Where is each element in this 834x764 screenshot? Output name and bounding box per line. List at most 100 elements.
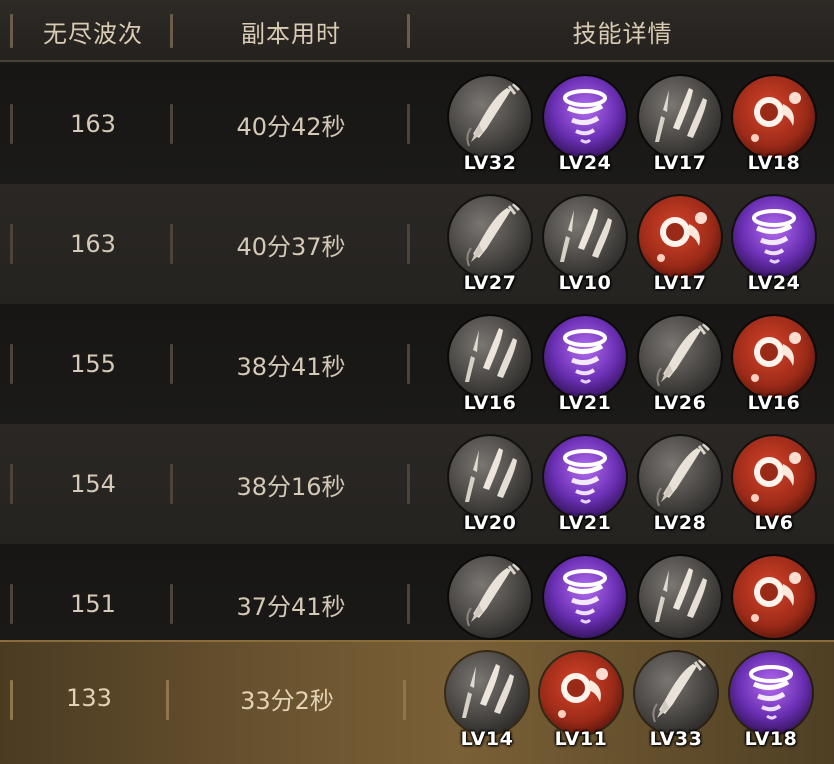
multi-arrow-icon <box>544 196 626 278</box>
fireball-icon <box>540 652 622 734</box>
column-separator <box>170 14 173 48</box>
skill-slot[interactable]: LV16 <box>449 316 531 416</box>
skill-slot[interactable]: LV28 <box>639 436 721 536</box>
table-header: 无尽波次 副本用时 技能详情 <box>0 0 834 62</box>
fireball-icon <box>639 196 721 278</box>
single-arrow-icon <box>635 652 717 734</box>
skill-slot[interactable]: LV17 <box>639 76 721 176</box>
wave-value: 163 <box>70 230 116 258</box>
multi-arrow-icon <box>449 436 531 518</box>
column-separator <box>170 584 173 624</box>
column-separator <box>10 680 13 720</box>
column-separator <box>407 224 410 264</box>
purple-tornado-icon <box>544 436 626 518</box>
column-separator <box>407 584 410 624</box>
skill-level: LV24 <box>558 152 612 174</box>
skill-level: LV28 <box>653 512 707 534</box>
fireball-icon <box>733 556 815 638</box>
time-value: 38分16秒 <box>236 472 346 501</box>
skill-slot[interactable]: LV20 <box>449 436 531 536</box>
table-row-highlighted[interactable]: 133 33分2秒 LV14 LV11 LV33 LV18 <box>0 640 834 764</box>
fireball-icon <box>733 316 815 398</box>
skill-slot[interactable]: LV27 <box>449 196 531 296</box>
column-separator <box>170 344 173 384</box>
purple-tornado-icon <box>544 316 626 398</box>
header-wave: 无尽波次 <box>43 19 143 48</box>
skill-slot[interactable]: LV18 <box>730 652 812 752</box>
skill-level: LV21 <box>558 392 612 414</box>
column-separator <box>403 680 406 720</box>
column-separator <box>407 344 410 384</box>
table-row[interactable]: 163 40分37秒 LV27 LV10 LV17 LV24 <box>0 184 834 304</box>
skill-level: LV21 <box>558 512 612 534</box>
column-separator <box>407 104 410 144</box>
table-row[interactable]: 154 38分16秒 LV20 LV21 LV28 LV6 <box>0 424 834 544</box>
column-separator <box>10 104 13 144</box>
skill-slot[interactable]: LV6 <box>733 436 815 536</box>
column-separator <box>407 14 410 48</box>
wave-value: 133 <box>66 684 112 712</box>
skill-level: LV17 <box>653 152 707 174</box>
purple-tornado-icon <box>733 196 815 278</box>
column-separator <box>10 224 13 264</box>
skill-level: LV33 <box>649 728 703 750</box>
header-skills: 技能详情 <box>572 19 673 48</box>
time-value: 38分41秒 <box>236 352 346 381</box>
skill-level: LV18 <box>744 728 798 750</box>
fireball-icon <box>733 76 815 158</box>
skill-slot[interactable]: LV26 <box>639 316 721 416</box>
time-value: 33分2秒 <box>240 686 334 715</box>
purple-tornado-icon <box>730 652 812 734</box>
time-value: 40分37秒 <box>236 232 346 261</box>
skill-slot[interactable]: LV32 <box>449 76 531 176</box>
skill-slot[interactable]: LV10 <box>544 196 626 296</box>
skill-slot[interactable]: LV11 <box>540 652 622 752</box>
time-value: 40分42秒 <box>236 112 346 141</box>
wave-value: 163 <box>70 110 116 138</box>
column-separator <box>166 680 169 720</box>
purple-tornado-icon <box>544 76 626 158</box>
wave-value: 155 <box>70 350 116 378</box>
single-arrow-icon <box>449 556 531 638</box>
single-arrow-icon <box>639 316 721 398</box>
skill-level: LV26 <box>653 392 707 414</box>
skill-level: LV24 <box>747 272 801 294</box>
skill-slot[interactable]: LV24 <box>733 196 815 296</box>
single-arrow-icon <box>449 196 531 278</box>
skill-slot[interactable]: LV21 <box>544 436 626 536</box>
column-separator <box>10 584 13 624</box>
skill-level: LV20 <box>463 512 517 534</box>
skill-level: LV6 <box>754 512 794 534</box>
wave-value: 154 <box>70 470 116 498</box>
skill-slot[interactable]: LV18 <box>733 76 815 176</box>
skill-level: LV11 <box>554 728 608 750</box>
skill-slot[interactable]: LV21 <box>544 316 626 416</box>
skill-level: LV10 <box>558 272 612 294</box>
single-arrow-icon <box>449 76 531 158</box>
fireball-icon <box>733 436 815 518</box>
skill-level: LV16 <box>463 392 517 414</box>
purple-tornado-icon <box>544 556 626 638</box>
column-separator <box>407 464 410 504</box>
skill-level: LV16 <box>747 392 801 414</box>
single-arrow-icon <box>639 436 721 518</box>
header-time: 副本用时 <box>241 19 341 48</box>
skill-slot[interactable]: LV17 <box>639 196 721 296</box>
skill-slot[interactable]: LV24 <box>544 76 626 176</box>
multi-arrow-icon <box>639 76 721 158</box>
skill-level: LV32 <box>463 152 517 174</box>
skill-slot[interactable]: LV16 <box>733 316 815 416</box>
skill-slot[interactable]: LV33 <box>635 652 717 752</box>
skill-level: LV18 <box>747 152 801 174</box>
multi-arrow-icon <box>446 652 528 734</box>
table-row[interactable]: 155 38分41秒 LV16 LV21 LV26 LV16 <box>0 304 834 424</box>
column-separator <box>170 104 173 144</box>
table-row[interactable]: 163 40分42秒 LV32 LV24 LV17 LV18 <box>0 64 834 184</box>
column-separator <box>170 464 173 504</box>
skill-slot[interactable]: LV14 <box>446 652 528 752</box>
column-separator <box>10 14 13 48</box>
multi-arrow-icon <box>639 556 721 638</box>
column-separator <box>10 344 13 384</box>
skill-level: LV14 <box>460 728 514 750</box>
skill-level: LV17 <box>653 272 707 294</box>
